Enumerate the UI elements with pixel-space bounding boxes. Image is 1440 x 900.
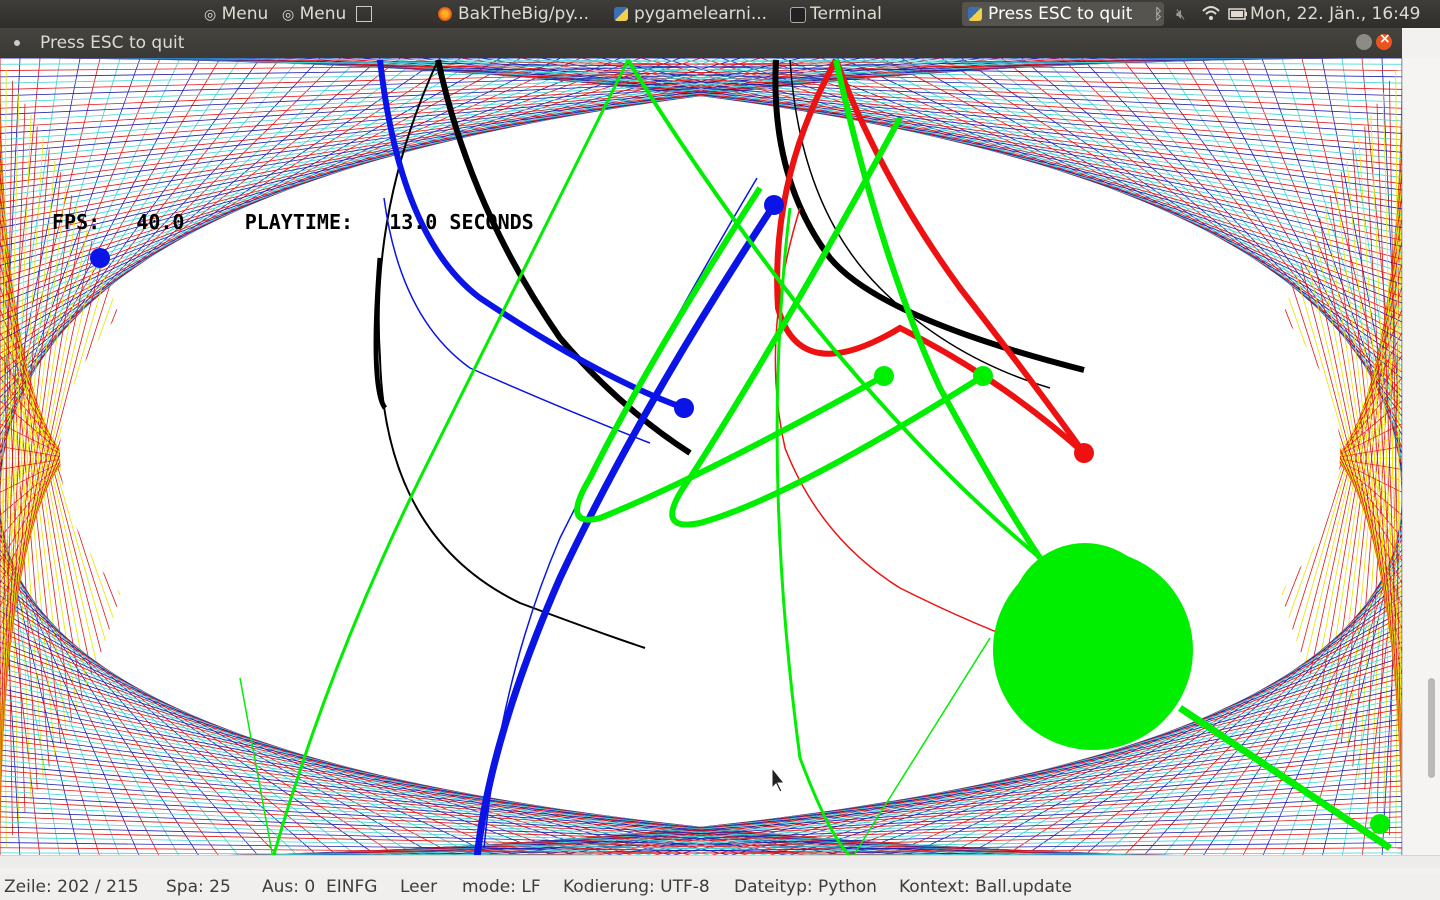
horizontal-scrollbar[interactable] (0, 855, 1440, 868)
menu-swirl-icon: ◎ (282, 7, 295, 23)
menu-label: Menu (299, 4, 347, 24)
task-label: Press ESC to quit (988, 4, 1133, 24)
status-column: Spa: 25 (166, 877, 231, 897)
top-panel: ◎ Menu ◎ Menu BakTheBig/py... pygamelear… (0, 0, 1440, 28)
editor-statusbar: Zeile: 202 / 215 Spa: 25 Aus: 0 EINFG Le… (0, 874, 1440, 900)
status-selection: Aus: 0 (262, 877, 316, 897)
fps-value: 40.0 (136, 210, 185, 234)
red-ball (1074, 443, 1094, 463)
window-menu-icon[interactable] (14, 40, 20, 46)
task-pygamelearning[interactable]: pygamelearni... (608, 2, 806, 26)
task-press-esc[interactable]: Press ESC to quit (962, 2, 1164, 26)
minimize-button[interactable] (1356, 34, 1372, 50)
bluetooth-icon[interactable]: ᛒ (1154, 0, 1163, 28)
volume-muted-icon[interactable]: 🔇︎ (1176, 0, 1185, 28)
blue-ball (90, 248, 110, 268)
blue-ball (674, 398, 694, 418)
menu-swirl-icon: ◎ (204, 7, 217, 23)
vertical-scrollbar[interactable] (1428, 678, 1435, 778)
playtime-unit: SECONDS (449, 210, 534, 234)
status-context: Kontext: Ball.update (899, 877, 1072, 897)
game-canvas[interactable]: FPS: 40.0 PLAYTIME: 13.0 SECONDS (0, 58, 1402, 858)
status-eol: mode: LF (462, 877, 541, 897)
battery-icon[interactable] (1228, 0, 1248, 28)
status-insert-mode: EINFG (326, 877, 378, 897)
menu-label: Menu (221, 4, 269, 24)
updates-icon (355, 6, 372, 22)
menu-applet-2[interactable]: ◎ Menu (282, 0, 372, 28)
python-icon (614, 7, 628, 21)
fps-label: FPS: (52, 210, 101, 234)
task-terminal[interactable]: Terminal (784, 2, 982, 26)
status-encoding: Kodierung: UTF-8 (563, 877, 710, 897)
editor-pane-behind (1402, 58, 1440, 858)
menu-applet-1[interactable]: ◎ Menu (204, 0, 268, 28)
status-filetype: Dateityp: Python (734, 877, 877, 897)
window-titlebar[interactable]: Press ESC to quit × (0, 28, 1402, 58)
clock[interactable]: Mon, 22. Jän., 16:49 (1250, 0, 1421, 28)
task-firefox[interactable]: BakTheBig/py... (432, 2, 630, 26)
window-title: Press ESC to quit (40, 33, 185, 53)
hud: FPS: 40.0 PLAYTIME: 13.0 SECONDS (52, 210, 534, 234)
task-label: Terminal (810, 4, 882, 24)
wifi-icon[interactable] (1202, 0, 1220, 28)
blue-ball (764, 195, 784, 215)
green-ball (973, 366, 993, 386)
green-ball (1370, 814, 1390, 834)
drawing-surface (0, 58, 1402, 858)
task-label: BakTheBig/py... (458, 4, 590, 24)
status-indent: Leer (400, 877, 438, 897)
green-ball (874, 366, 894, 386)
python-icon (968, 7, 982, 21)
firefox-icon (438, 7, 452, 21)
close-button[interactable]: × (1376, 31, 1392, 50)
playtime-value: 13.0 (389, 210, 438, 234)
close-icon: × (1379, 31, 1391, 47)
big-green-ball-2 (1010, 543, 1160, 693)
task-label: pygamelearni... (634, 4, 768, 24)
playtime-label: PLAYTIME: (244, 210, 354, 234)
status-line: Zeile: 202 / 215 (4, 877, 139, 897)
terminal-icon (790, 7, 806, 23)
